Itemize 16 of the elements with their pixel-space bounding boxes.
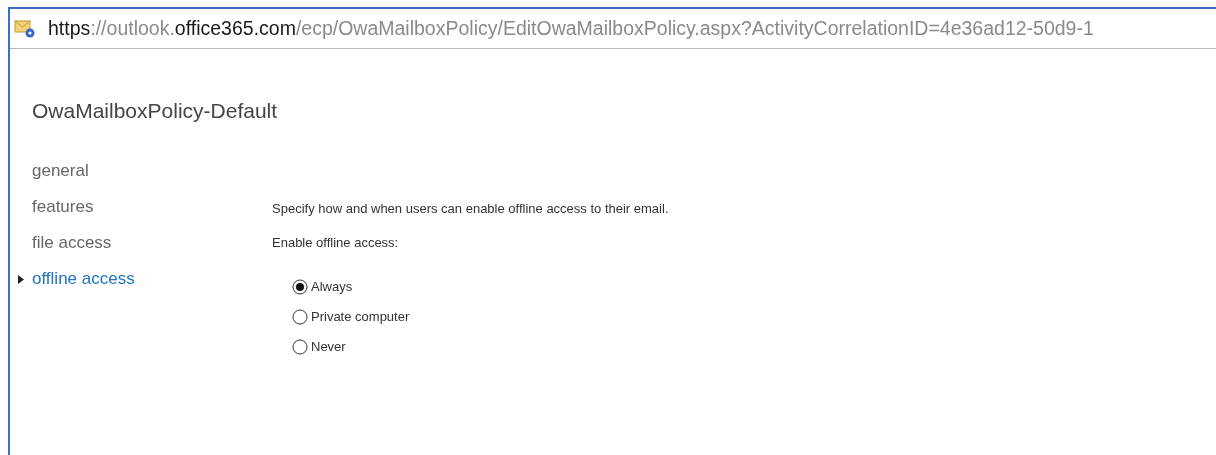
nav-item[interactable]: features (18, 195, 272, 219)
radio-button[interactable] (292, 339, 308, 355)
nav-item[interactable]: general (18, 159, 272, 183)
radio-button[interactable] (292, 279, 308, 295)
description-text: Specify how and when users can enable offline access to their email. (272, 201, 669, 217)
page-title: OwaMailboxPolicy-Default (32, 99, 279, 123)
nav-item[interactable]: file access (18, 231, 272, 255)
option-label: Always (311, 279, 353, 295)
nav-item[interactable]: offline access (18, 267, 272, 291)
option-label: Private computer (311, 309, 410, 325)
group-label: Enable offline access: (272, 235, 400, 251)
radio-button[interactable] (292, 309, 308, 325)
triangle-icon (18, 274, 24, 284)
mail-gear-icon (14, 18, 36, 39)
option-label: Never (311, 339, 346, 355)
url-text[interactable]: https://outlook.office365.com/ecp/OwaMailboxPolicy/EditOwaMailboxPolicy.aspx?ActivityCorrelationID=4e36ad12-50d9-1 (48, 17, 1094, 40)
